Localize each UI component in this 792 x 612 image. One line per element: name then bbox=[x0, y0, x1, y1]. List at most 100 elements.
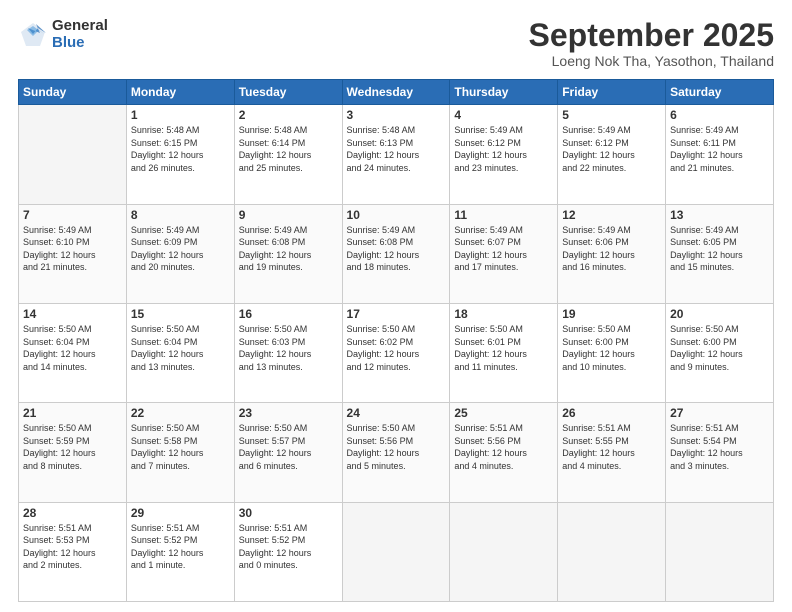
calendar-cell: 20 Sunrise: 5:50 AM Sunset: 6:00 PM Dayli… bbox=[666, 303, 774, 402]
weekday-header-tuesday: Tuesday bbox=[234, 80, 342, 105]
calendar-cell: 9 Sunrise: 5:49 AM Sunset: 6:08 PM Daylig… bbox=[234, 204, 342, 303]
day-number: 17 bbox=[347, 307, 446, 321]
day-number: 5 bbox=[562, 108, 661, 122]
day-info: Sunrise: 5:50 AM Sunset: 5:57 PM Dayligh… bbox=[239, 422, 338, 472]
weekday-header-thursday: Thursday bbox=[450, 80, 558, 105]
page: General Blue September 2025 Loeng Nok Th… bbox=[0, 0, 792, 612]
calendar-cell: 2 Sunrise: 5:48 AM Sunset: 6:14 PM Daylig… bbox=[234, 105, 342, 204]
weekday-header-sunday: Sunday bbox=[19, 80, 127, 105]
day-info: Sunrise: 5:49 AM Sunset: 6:07 PM Dayligh… bbox=[454, 224, 553, 274]
calendar-week-5: 28 Sunrise: 5:51 AM Sunset: 5:53 PM Dayli… bbox=[19, 502, 774, 601]
day-number: 8 bbox=[131, 208, 230, 222]
calendar-cell: 8 Sunrise: 5:49 AM Sunset: 6:09 PM Daylig… bbox=[126, 204, 234, 303]
day-info: Sunrise: 5:49 AM Sunset: 6:06 PM Dayligh… bbox=[562, 224, 661, 274]
day-number: 22 bbox=[131, 406, 230, 420]
calendar-cell bbox=[558, 502, 666, 601]
day-number: 2 bbox=[239, 108, 338, 122]
weekday-header-friday: Friday bbox=[558, 80, 666, 105]
day-info: Sunrise: 5:49 AM Sunset: 6:05 PM Dayligh… bbox=[670, 224, 769, 274]
calendar-cell: 7 Sunrise: 5:49 AM Sunset: 6:10 PM Daylig… bbox=[19, 204, 127, 303]
day-number: 6 bbox=[670, 108, 769, 122]
title-block: September 2025 Loeng Nok Tha, Yasothon, … bbox=[529, 18, 774, 69]
day-number: 3 bbox=[347, 108, 446, 122]
weekday-header-saturday: Saturday bbox=[666, 80, 774, 105]
day-info: Sunrise: 5:49 AM Sunset: 6:08 PM Dayligh… bbox=[239, 224, 338, 274]
calendar-cell bbox=[666, 502, 774, 601]
day-info: Sunrise: 5:50 AM Sunset: 6:02 PM Dayligh… bbox=[347, 323, 446, 373]
day-info: Sunrise: 5:49 AM Sunset: 6:09 PM Dayligh… bbox=[131, 224, 230, 274]
day-info: Sunrise: 5:51 AM Sunset: 5:52 PM Dayligh… bbox=[239, 522, 338, 572]
day-number: 30 bbox=[239, 506, 338, 520]
logo-general-text: General bbox=[52, 18, 108, 35]
calendar-cell: 13 Sunrise: 5:49 AM Sunset: 6:05 PM Dayli… bbox=[666, 204, 774, 303]
day-info: Sunrise: 5:51 AM Sunset: 5:52 PM Dayligh… bbox=[131, 522, 230, 572]
day-info: Sunrise: 5:51 AM Sunset: 5:53 PM Dayligh… bbox=[23, 522, 122, 572]
calendar-cell: 18Sunrise: 5:50 AM Sunset: 6:01 PM Dayli… bbox=[450, 303, 558, 402]
logo-icon bbox=[18, 20, 48, 50]
calendar-cell: 6Sunrise: 5:49 AM Sunset: 6:11 PM Daylig… bbox=[666, 105, 774, 204]
calendar-cell: 26 Sunrise: 5:51 AM Sunset: 5:55 PM Dayli… bbox=[558, 403, 666, 502]
day-info: Sunrise: 5:50 AM Sunset: 5:59 PM Dayligh… bbox=[23, 422, 122, 472]
calendar-cell: 29 Sunrise: 5:51 AM Sunset: 5:52 PM Dayli… bbox=[126, 502, 234, 601]
day-number: 26 bbox=[562, 406, 661, 420]
location: Loeng Nok Tha, Yasothon, Thailand bbox=[529, 53, 774, 69]
day-info: Sunrise: 5:51 AM Sunset: 5:55 PM Dayligh… bbox=[562, 422, 661, 472]
day-number: 29 bbox=[131, 506, 230, 520]
day-number: 16 bbox=[239, 307, 338, 321]
calendar-cell: 27Sunrise: 5:51 AM Sunset: 5:54 PM Dayli… bbox=[666, 403, 774, 502]
day-number: 13 bbox=[670, 208, 769, 222]
day-info: Sunrise: 5:49 AM Sunset: 6:08 PM Dayligh… bbox=[347, 224, 446, 274]
calendar-cell: 28 Sunrise: 5:51 AM Sunset: 5:53 PM Dayli… bbox=[19, 502, 127, 601]
calendar-cell: 10Sunrise: 5:49 AM Sunset: 6:08 PM Dayli… bbox=[342, 204, 450, 303]
day-number: 21 bbox=[23, 406, 122, 420]
calendar-week-1: 1Sunrise: 5:48 AM Sunset: 6:15 PM Daylig… bbox=[19, 105, 774, 204]
calendar-table: SundayMondayTuesdayWednesdayThursdayFrid… bbox=[18, 79, 774, 602]
calendar-cell: 16 Sunrise: 5:50 AM Sunset: 6:03 PM Dayli… bbox=[234, 303, 342, 402]
day-number: 14 bbox=[23, 307, 122, 321]
day-info: Sunrise: 5:50 AM Sunset: 5:56 PM Dayligh… bbox=[347, 422, 446, 472]
day-info: Sunrise: 5:50 AM Sunset: 6:00 PM Dayligh… bbox=[670, 323, 769, 373]
day-info: Sunrise: 5:50 AM Sunset: 6:01 PM Dayligh… bbox=[454, 323, 553, 373]
calendar-cell: 25 Sunrise: 5:51 AM Sunset: 5:56 PM Dayli… bbox=[450, 403, 558, 502]
calendar-week-4: 21 Sunrise: 5:50 AM Sunset: 5:59 PM Dayli… bbox=[19, 403, 774, 502]
day-info: Sunrise: 5:50 AM Sunset: 6:04 PM Dayligh… bbox=[131, 323, 230, 373]
day-info: Sunrise: 5:48 AM Sunset: 6:13 PM Dayligh… bbox=[347, 124, 446, 174]
calendar-cell: 4 Sunrise: 5:49 AM Sunset: 6:12 PM Daylig… bbox=[450, 105, 558, 204]
month-title: September 2025 bbox=[529, 18, 774, 53]
day-info: Sunrise: 5:50 AM Sunset: 6:00 PM Dayligh… bbox=[562, 323, 661, 373]
day-number: 7 bbox=[23, 208, 122, 222]
day-number: 28 bbox=[23, 506, 122, 520]
calendar-header: SundayMondayTuesdayWednesdayThursdayFrid… bbox=[19, 80, 774, 105]
header: General Blue September 2025 Loeng Nok Th… bbox=[18, 18, 774, 69]
day-number: 20 bbox=[670, 307, 769, 321]
weekday-header-wednesday: Wednesday bbox=[342, 80, 450, 105]
logo: General Blue bbox=[18, 18, 108, 51]
day-info: Sunrise: 5:51 AM Sunset: 5:56 PM Dayligh… bbox=[454, 422, 553, 472]
calendar-cell: 23Sunrise: 5:50 AM Sunset: 5:57 PM Dayli… bbox=[234, 403, 342, 502]
calendar-cell: 3 Sunrise: 5:48 AM Sunset: 6:13 PM Daylig… bbox=[342, 105, 450, 204]
calendar-week-3: 14 Sunrise: 5:50 AM Sunset: 6:04 PM Dayli… bbox=[19, 303, 774, 402]
calendar-cell bbox=[19, 105, 127, 204]
calendar-cell: 24Sunrise: 5:50 AM Sunset: 5:56 PM Dayli… bbox=[342, 403, 450, 502]
calendar-body: 1Sunrise: 5:48 AM Sunset: 6:15 PM Daylig… bbox=[19, 105, 774, 602]
day-number: 15 bbox=[131, 307, 230, 321]
day-info: Sunrise: 5:49 AM Sunset: 6:12 PM Dayligh… bbox=[454, 124, 553, 174]
day-info: Sunrise: 5:50 AM Sunset: 6:04 PM Dayligh… bbox=[23, 323, 122, 373]
day-number: 25 bbox=[454, 406, 553, 420]
day-info: Sunrise: 5:51 AM Sunset: 5:54 PM Dayligh… bbox=[670, 422, 769, 472]
day-number: 4 bbox=[454, 108, 553, 122]
day-number: 1 bbox=[131, 108, 230, 122]
calendar-cell: 14 Sunrise: 5:50 AM Sunset: 6:04 PM Dayli… bbox=[19, 303, 127, 402]
logo-blue-text: Blue bbox=[52, 35, 108, 52]
day-number: 9 bbox=[239, 208, 338, 222]
day-info: Sunrise: 5:50 AM Sunset: 6:03 PM Dayligh… bbox=[239, 323, 338, 373]
calendar-cell bbox=[450, 502, 558, 601]
calendar-cell: 21 Sunrise: 5:50 AM Sunset: 5:59 PM Dayli… bbox=[19, 403, 127, 502]
calendar-cell bbox=[342, 502, 450, 601]
weekday-row: SundayMondayTuesdayWednesdayThursdayFrid… bbox=[19, 80, 774, 105]
day-number: 11 bbox=[454, 208, 553, 222]
day-info: Sunrise: 5:48 AM Sunset: 6:14 PM Dayligh… bbox=[239, 124, 338, 174]
day-info: Sunrise: 5:49 AM Sunset: 6:10 PM Dayligh… bbox=[23, 224, 122, 274]
day-info: Sunrise: 5:50 AM Sunset: 5:58 PM Dayligh… bbox=[131, 422, 230, 472]
weekday-header-monday: Monday bbox=[126, 80, 234, 105]
